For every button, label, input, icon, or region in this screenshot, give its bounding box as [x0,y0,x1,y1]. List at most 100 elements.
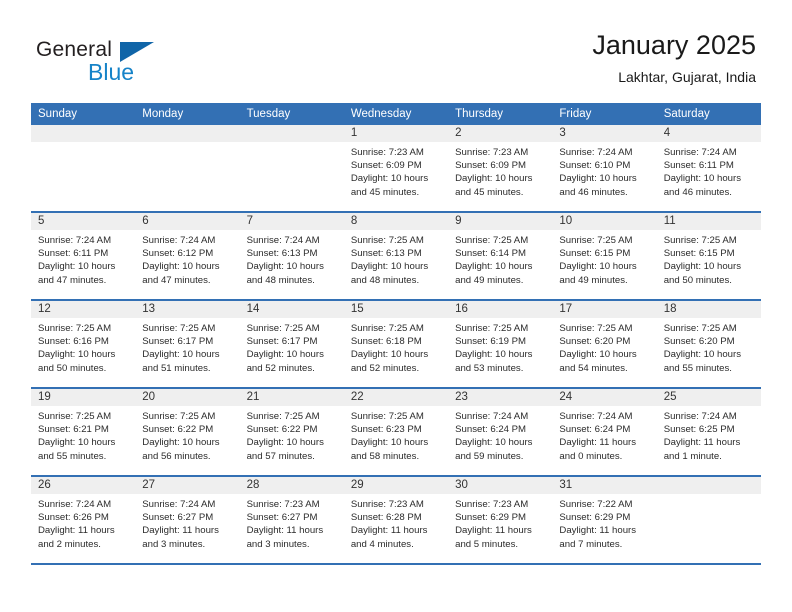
day-sun-info: Sunrise: 7:24 AM Sunset: 6:10 PM Daylight:… [552,142,656,199]
day-number-band: 23 [448,389,553,406]
daylight-text-line1: Daylight: 11 hours [559,437,637,449]
general-blue-logo: General Blue [36,38,216,86]
daylight-text-line1: Daylight: 10 hours [246,349,324,361]
daylight-text-line2: and 52 minutes. [350,362,420,374]
sunrise-text: Sunrise: 7:25 AM [559,323,633,334]
calendar-day-cell[interactable]: 13 Sunrise: 7:25 AM Sunset: 6:17 PM Dayligh… [135,301,240,387]
day-number: 13 [142,303,156,315]
day-number-band: 14 [239,301,344,318]
sunrise-text: Sunrise: 7:25 AM [38,411,112,422]
daylight-text-line2: and 49 minutes. [559,274,628,286]
daylight-text-line2: and 50 minutes. [663,274,732,286]
calendar-day-cell[interactable]: 30 Sunrise: 7:23 AM Sunset: 6:29 PM Dayligh… [448,477,553,563]
calendar-day-cell[interactable]: 14 Sunrise: 7:25 AM Sunset: 6:17 PM Dayligh… [239,301,344,387]
calendar-day-cell[interactable]: 3 Sunrise: 7:24 AM Sunset: 6:10 PM Daylight… [552,125,657,211]
sunrise-text: Sunrise: 7:24 AM [142,499,216,510]
calendar-day-cell[interactable]: 1 Sunrise: 7:23 AM Sunset: 6:09 PM Daylight… [343,125,449,211]
day-number: 6 [142,215,149,227]
day-number-band [239,125,344,142]
daylight-text-line2: and 7 minutes. [559,538,623,550]
day-number: 20 [142,391,156,403]
sunset-text: Sunset: 6:23 PM [350,424,422,436]
day-sun-info: Sunrise: 7:23 AM Sunset: 6:09 PM Daylight:… [344,142,448,199]
calendar-day-cell[interactable]: 16 Sunrise: 7:25 AM Sunset: 6:19 PM Dayligh… [448,301,553,387]
day-sun-info: Sunrise: 7:23 AM Sunset: 6:27 PM Daylight:… [240,494,344,551]
daylight-text-line2: and 54 minutes. [559,362,628,374]
sunrise-text: Sunrise: 7:25 AM [142,323,216,334]
day-sun-info: Sunrise: 7:23 AM Sunset: 6:28 PM Daylight:… [344,494,448,551]
calendar-day-cell[interactable]: 29 Sunrise: 7:23 AM Sunset: 6:28 PM Dayligh… [343,477,449,563]
calendar-day-cell[interactable]: 2 Sunrise: 7:23 AM Sunset: 6:09 PM Daylight… [448,125,553,211]
weekday-header-saturday: Saturday [663,108,710,120]
day-number-band: 18 [656,301,761,318]
daylight-text-line2: and 50 minutes. [38,362,107,374]
sunset-text: Sunset: 6:27 PM [142,512,214,524]
day-number-band [135,125,240,142]
calendar-day-cell[interactable]: 19 Sunrise: 7:25 AM Sunset: 6:21 PM Dayligh… [31,389,136,475]
sunset-text: Sunset: 6:09 PM [350,160,422,172]
calendar-day-cell[interactable]: 6 Sunrise: 7:24 AM Sunset: 6:12 PM Daylight… [135,213,240,299]
daylight-text-line2: and 49 minutes. [455,274,524,286]
calendar-week-row: 1 Sunrise: 7:23 AM Sunset: 6:09 PM Daylight… [31,125,761,213]
daylight-text-line2: and 4 minutes. [350,538,414,550]
daylight-text-line1: Daylight: 11 hours [559,525,637,537]
weekday-header-sunday: Sunday [38,108,78,120]
calendar-day-cell[interactable]: 18 Sunrise: 7:25 AM Sunset: 6:20 PM Dayligh… [656,301,761,387]
day-number: 23 [455,391,468,403]
day-sun-info: Sunrise: 7:25 AM Sunset: 6:13 PM Daylight:… [344,230,448,287]
sunrise-text: Sunrise: 7:24 AM [142,235,216,246]
day-number: 16 [455,303,468,315]
day-number: 21 [246,391,260,403]
daylight-text-line1: Daylight: 10 hours [38,349,116,361]
day-sun-info: Sunrise: 7:25 AM Sunset: 6:20 PM Daylight:… [552,318,656,375]
calendar-week-row: 5 Sunrise: 7:24 AM Sunset: 6:11 PM Daylight… [31,213,761,301]
day-number: 11 [663,215,676,227]
sunrise-text: Sunrise: 7:24 AM [38,499,112,510]
daylight-text-line1: Daylight: 11 hours [663,437,741,449]
sunrise-text: Sunrise: 7:24 AM [246,235,320,246]
calendar-day-cell[interactable]: 27 Sunrise: 7:24 AM Sunset: 6:27 PM Dayligh… [135,477,240,563]
calendar-day-cell[interactable]: 21 Sunrise: 7:25 AM Sunset: 6:22 PM Dayligh… [239,389,344,475]
calendar-day-cell[interactable]: 24 Sunrise: 7:24 AM Sunset: 6:24 PM Dayligh… [552,389,657,475]
calendar-day-cell[interactable]: 25 Sunrise: 7:24 AM Sunset: 6:25 PM Dayligh… [656,389,761,475]
daylight-text-line1: Daylight: 10 hours [663,349,742,361]
day-number-band: 2 [448,125,553,142]
calendar-day-cell[interactable]: 22 Sunrise: 7:25 AM Sunset: 6:23 PM Dayligh… [343,389,449,475]
calendar-day-cell[interactable]: 17 Sunrise: 7:25 AM Sunset: 6:20 PM Dayligh… [552,301,657,387]
calendar-day-cell[interactable]: 5 Sunrise: 7:24 AM Sunset: 6:11 PM Daylight… [31,213,136,299]
calendar-day-cell[interactable]: 28 Sunrise: 7:23 AM Sunset: 6:27 PM Dayligh… [239,477,344,563]
sunrise-text: Sunrise: 7:23 AM [455,499,529,510]
day-number-band: 17 [552,301,657,318]
calendar-day-cell[interactable]: 11 Sunrise: 7:25 AM Sunset: 6:15 PM Dayligh… [656,213,761,299]
calendar-day-cell[interactable]: 20 Sunrise: 7:25 AM Sunset: 6:22 PM Dayligh… [135,389,240,475]
calendar-week-row: 12 Sunrise: 7:25 AM Sunset: 6:16 PM Dayligh… [31,301,761,389]
day-sun-info: Sunrise: 7:24 AM Sunset: 6:25 PM Daylight:… [657,406,761,463]
daylight-text-line1: Daylight: 10 hours [38,437,116,449]
day-number-band: 6 [135,213,240,230]
calendar-day-cell[interactable]: 26 Sunrise: 7:24 AM Sunset: 6:26 PM Dayligh… [31,477,136,563]
calendar-day-cell[interactable]: 31 Sunrise: 7:22 AM Sunset: 6:29 PM Dayligh… [552,477,657,563]
daylight-text-line1: Daylight: 10 hours [455,261,533,273]
calendar-day-cell[interactable]: 7 Sunrise: 7:24 AM Sunset: 6:13 PM Daylight… [239,213,344,299]
day-number: 9 [455,215,462,227]
weekday-header-tuesday: Tuesday [246,108,291,120]
sunrise-text: Sunrise: 7:25 AM [455,323,529,334]
daylight-text-line1: Daylight: 10 hours [350,261,429,273]
day-number-band: 11 [656,213,761,230]
daylight-text-line2: and 55 minutes. [38,450,107,462]
calendar-day-cell[interactable]: 10 Sunrise: 7:25 AM Sunset: 6:15 PM Dayligh… [552,213,657,299]
sunrise-text: Sunrise: 7:25 AM [350,235,424,246]
daylight-text-line1: Daylight: 10 hours [38,261,116,273]
sunrise-text: Sunrise: 7:23 AM [350,499,424,510]
calendar-day-cell[interactable]: 4 Sunrise: 7:24 AM Sunset: 6:11 PM Daylight… [656,125,761,211]
sunset-text: Sunset: 6:16 PM [38,336,109,348]
calendar-day-cell[interactable]: 23 Sunrise: 7:24 AM Sunset: 6:24 PM Dayligh… [448,389,553,475]
calendar-day-cell[interactable]: 12 Sunrise: 7:25 AM Sunset: 6:16 PM Dayligh… [31,301,136,387]
sunset-text: Sunset: 6:13 PM [350,248,422,260]
calendar-day-cell[interactable]: 9 Sunrise: 7:25 AM Sunset: 6:14 PM Daylight… [448,213,553,299]
daylight-text-line2: and 45 minutes. [350,186,420,198]
calendar-day-cell[interactable]: 8 Sunrise: 7:25 AM Sunset: 6:13 PM Daylight… [343,213,449,299]
day-number: 22 [350,391,364,403]
calendar-day-cell[interactable]: 15 Sunrise: 7:25 AM Sunset: 6:18 PM Dayligh… [343,301,449,387]
daylight-text-line1: Daylight: 11 hours [38,525,115,537]
